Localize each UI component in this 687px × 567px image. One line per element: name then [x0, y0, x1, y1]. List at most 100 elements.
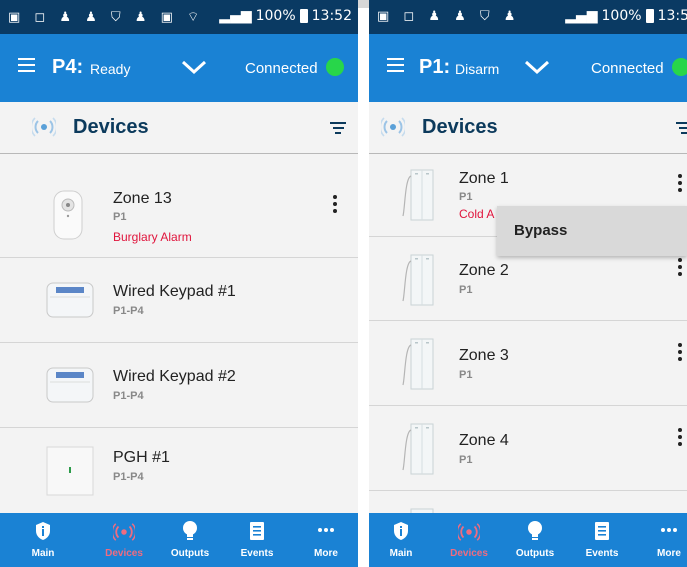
- signal-icon: ▂▄▆: [565, 8, 598, 24]
- door-contact-image: [402, 423, 434, 475]
- status-right: ▂▄▆ 100% 13:52: [219, 8, 352, 24]
- device-name: Zone 13: [113, 190, 172, 207]
- panel-name[interactable]: P1:: [419, 56, 450, 79]
- device-row-zone-13[interactable]: Zone 13 P1 Burglary Alarm: [0, 173, 358, 258]
- keypad-image: [46, 367, 94, 403]
- more-options-icon[interactable]: [678, 174, 682, 195]
- motion-sensor-image: [53, 190, 83, 240]
- nav-events[interactable]: Events: [572, 513, 632, 567]
- device-partition: P1-P4: [113, 390, 144, 402]
- connection-dot-icon: [672, 58, 687, 76]
- filter-icon[interactable]: [676, 122, 687, 137]
- nav-label: Outputs: [515, 548, 555, 559]
- nav-label: Main: [389, 548, 413, 559]
- status-bar: ▣ ◻ ♟ ♟ ⛉ ♟ ▣ ⌔ ▂▄▆ 100% 13:52: [0, 0, 358, 34]
- hamburger-menu-icon[interactable]: [18, 58, 35, 72]
- status-right: ▂▄▆ 100% 13:5: [565, 8, 687, 24]
- bypass-menu-item[interactable]: Bypass: [514, 222, 567, 239]
- device-alarm-status: Burglary Alarm: [113, 230, 192, 244]
- device-row-wired-keypad-2[interactable]: Wired Keypad #2 P1-P4: [0, 343, 358, 428]
- pgh-module-image: [46, 446, 94, 496]
- device-partition: P1: [113, 211, 127, 223]
- battery-percent: 100%: [255, 8, 296, 24]
- nav-devices[interactable]: Devices: [439, 513, 499, 567]
- battery-icon: [299, 9, 308, 23]
- more-options-icon[interactable]: [678, 343, 682, 364]
- device-name: Zone 3: [459, 347, 509, 364]
- device-alarm-status: Cold A: [459, 207, 495, 221]
- document-icon: [250, 522, 264, 540]
- clock: 13:52: [311, 8, 352, 24]
- devices-signal-icon: [32, 117, 56, 137]
- notification-icons: ▣ ◻ ♟ ♟ ⛉ ♟ ▣ ⌔: [8, 10, 205, 25]
- signal-icon: ▂▄▆: [219, 8, 252, 24]
- nav-devices[interactable]: Devices: [94, 513, 154, 567]
- more-options-icon[interactable]: [678, 258, 682, 279]
- devices-signal-icon: [458, 523, 480, 541]
- section-title: Devices: [422, 116, 498, 138]
- device-partition: P1: [459, 369, 473, 381]
- filter-icon[interactable]: [330, 122, 346, 137]
- shield-info-icon: [394, 522, 408, 540]
- nav-main[interactable]: Main: [371, 513, 431, 567]
- device-partition: P1: [459, 284, 473, 296]
- more-options-icon[interactable]: [333, 195, 337, 216]
- notification-icons: ▣ ◻ ♟ ♟ ⛉ ♟: [377, 9, 521, 24]
- panel-status[interactable]: Disarm: [455, 61, 499, 77]
- connection-status: Connected: [245, 60, 318, 77]
- device-partition: P1: [459, 191, 473, 203]
- context-menu: Bypass: [497, 206, 687, 256]
- clock: 13:5: [657, 8, 687, 24]
- door-contact-image: [402, 338, 434, 390]
- device-name: Wired Keypad #1: [113, 283, 236, 300]
- device-name: Zone 1: [459, 170, 509, 187]
- connection-status: Connected: [591, 60, 664, 77]
- devices-header: Devices: [0, 102, 358, 154]
- shield-info-icon: [36, 522, 50, 540]
- panel-name[interactable]: P4:: [52, 56, 83, 79]
- nav-more[interactable]: More: [639, 513, 687, 567]
- phone-screen-right: ▣ ◻ ♟ ♟ ⛉ ♟ ▂▄▆ 100% 13:5 P1: Disarm Con…: [369, 0, 687, 567]
- nav-label: Devices: [450, 548, 488, 559]
- nav-main[interactable]: Main: [13, 513, 73, 567]
- device-row-partial: [369, 491, 687, 513]
- door-contact-image: [402, 254, 434, 306]
- device-name: Zone 2: [459, 262, 509, 279]
- device-row-zone-4[interactable]: Zone 4 P1: [369, 406, 687, 491]
- devices-header: Devices: [369, 102, 687, 154]
- hamburger-menu-icon[interactable]: [387, 58, 404, 72]
- chevron-down-icon[interactable]: [523, 58, 551, 76]
- device-partition: P1-P4: [113, 471, 144, 483]
- door-contact-image: [402, 169, 434, 221]
- nav-label: More: [314, 548, 338, 559]
- nav-outputs[interactable]: Outputs: [505, 513, 565, 567]
- app-bar: P4: Ready Connected: [0, 34, 358, 102]
- lightbulb-icon: [528, 521, 542, 540]
- connection-dot-icon: [326, 58, 344, 76]
- status-bar: ▣ ◻ ♟ ♟ ⛉ ♟ ▂▄▆ 100% 13:5: [369, 0, 687, 34]
- more-options-icon[interactable]: [678, 428, 682, 449]
- device-name: PGH #1: [113, 449, 170, 466]
- battery-icon: [645, 9, 654, 23]
- more-dots-icon: [318, 528, 334, 532]
- nav-events[interactable]: Events: [227, 513, 287, 567]
- device-row-pgh-1[interactable]: PGH #1 P1-P4: [0, 428, 358, 518]
- panel-status[interactable]: Ready: [90, 61, 130, 77]
- more-dots-icon: [661, 528, 677, 532]
- chevron-down-icon[interactable]: [180, 58, 208, 76]
- device-name: Wired Keypad #2: [113, 368, 236, 385]
- lightbulb-icon: [183, 521, 197, 540]
- nav-label: Events: [240, 548, 274, 559]
- nav-outputs[interactable]: Outputs: [160, 513, 220, 567]
- nav-label: More: [657, 548, 681, 559]
- device-partition: P1-P4: [113, 305, 144, 317]
- battery-percent: 100%: [601, 8, 642, 24]
- nav-label: Outputs: [170, 548, 210, 559]
- device-row-zone-3[interactable]: Zone 3 P1: [369, 321, 687, 406]
- nav-more[interactable]: More: [296, 513, 356, 567]
- device-row-wired-keypad-1[interactable]: Wired Keypad #1 P1-P4: [0, 258, 358, 343]
- device-partition: P1: [459, 454, 473, 466]
- phone-screen-left: ▣ ◻ ♟ ♟ ⛉ ♟ ▣ ⌔ ▂▄▆ 100% 13:52 P4: Ready…: [0, 0, 358, 567]
- bottom-navigation: Main Devices Outputs Events More: [0, 513, 358, 567]
- bottom-navigation: Main Devices Outputs Events More: [369, 513, 687, 567]
